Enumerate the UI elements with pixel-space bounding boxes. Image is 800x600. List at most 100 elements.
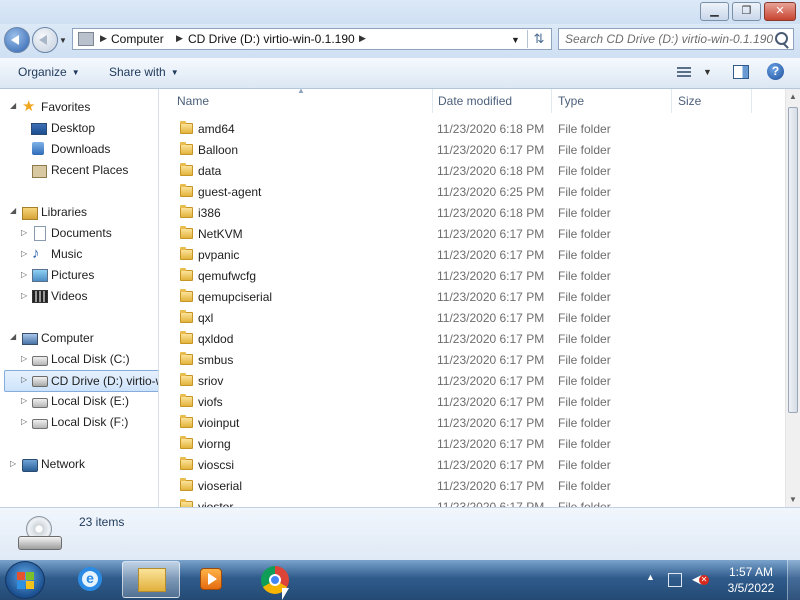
scroll-down-arrow-icon[interactable]: ▼ (789, 495, 797, 504)
search-icon[interactable] (775, 32, 788, 45)
file-name[interactable]: guest-agent (198, 185, 261, 199)
recent-pages-dropdown[interactable]: ▼ (59, 36, 67, 45)
nav-local-disk-c[interactable]: Local Disk (C:) (51, 349, 130, 369)
chevron-right-icon[interactable]: ▶ (176, 33, 183, 44)
taskbar-media-player[interactable] (182, 561, 240, 598)
file-name[interactable]: smbus (198, 353, 233, 367)
collapse-arrow-icon[interactable]: ◢ (10, 332, 16, 341)
file-name[interactable]: viorng (198, 437, 231, 451)
back-button[interactable] (4, 27, 30, 53)
table-row[interactable]: qemupciserial 11/23/2020 6:17 PM File fold… (160, 287, 784, 308)
collapse-arrow-icon[interactable]: ◢ (10, 101, 16, 110)
table-row[interactable]: vioscsi 11/23/2020 6:17 PM File folder (160, 455, 784, 476)
chevron-right-icon[interactable]: ▶ (100, 33, 107, 44)
column-divider[interactable] (432, 89, 433, 113)
table-row[interactable]: sriov 11/23/2020 6:17 PM File folder (160, 371, 784, 392)
file-name[interactable]: vioinput (198, 416, 239, 430)
file-name[interactable]: i386 (198, 206, 221, 220)
expand-arrow-icon[interactable]: ▷ (21, 249, 27, 258)
forward-button[interactable] (32, 27, 58, 53)
nav-recent-places[interactable]: Recent Places (51, 160, 128, 180)
table-row[interactable]: vioserial 11/23/2020 6:17 PM File folder (160, 476, 784, 497)
nav-favorites[interactable]: Favorites (41, 97, 90, 117)
maximize-button[interactable]: ❐ (732, 2, 761, 21)
table-row[interactable]: qxldod 11/23/2020 6:17 PM File folder (160, 329, 784, 350)
collapse-arrow-icon[interactable]: ◢ (10, 206, 16, 215)
expand-arrow-icon[interactable]: ▷ (21, 354, 27, 363)
address-dropdown[interactable]: ▼ (511, 35, 520, 45)
file-name[interactable]: vioserial (198, 479, 242, 493)
table-row[interactable]: smbus 11/23/2020 6:17 PM File folder (160, 350, 784, 371)
nav-documents[interactable]: Documents (51, 223, 112, 243)
table-row[interactable]: viofs 11/23/2020 6:17 PM File folder (160, 392, 784, 413)
column-divider[interactable] (551, 89, 552, 113)
change-view-icon[interactable] (677, 67, 691, 78)
preview-pane-icon[interactable] (733, 65, 749, 79)
table-row[interactable]: qxl 11/23/2020 6:17 PM File folder (160, 308, 784, 329)
show-hidden-icons-icon[interactable]: ▲ (646, 572, 655, 582)
close-button[interactable]: ✕ (764, 2, 796, 21)
file-name[interactable]: sriov (198, 374, 223, 388)
table-row[interactable]: viorng 11/23/2020 6:17 PM File folder (160, 434, 784, 455)
nav-videos[interactable]: Videos (51, 286, 87, 306)
column-date-modified[interactable]: Date modified (438, 94, 512, 108)
table-row[interactable]: i386 11/23/2020 6:18 PM File folder (160, 203, 784, 224)
expand-arrow-icon[interactable]: ▷ (21, 228, 27, 237)
column-divider[interactable] (671, 89, 672, 113)
table-row[interactable]: amd64 11/23/2020 6:18 PM File folder (160, 119, 784, 140)
organize-button[interactable]: Organize ▼ (18, 65, 80, 79)
nav-desktop[interactable]: Desktop (51, 118, 95, 138)
file-name[interactable]: viostor (198, 500, 233, 507)
file-name[interactable]: data (198, 164, 221, 178)
expand-arrow-icon[interactable]: ▷ (21, 291, 27, 300)
expand-arrow-icon[interactable]: ▷ (21, 396, 27, 405)
scroll-up-arrow-icon[interactable]: ▲ (789, 92, 797, 101)
search-input[interactable]: Search CD Drive (D:) virtio-win-0.1.190 (565, 32, 773, 46)
file-name[interactable]: qemupciserial (198, 290, 272, 304)
column-type[interactable]: Type (558, 94, 584, 108)
start-button[interactable] (5, 561, 45, 599)
table-row[interactable]: NetKVM 11/23/2020 6:17 PM File folder (160, 224, 784, 245)
table-row[interactable]: qemufwcfg 11/23/2020 6:17 PM File folder (160, 266, 784, 287)
volume-muted-icon[interactable]: ◀ ✕ (692, 573, 709, 586)
file-name[interactable]: vioscsi (198, 458, 234, 472)
column-divider[interactable] (751, 89, 752, 113)
nav-computer[interactable]: Computer (41, 328, 94, 348)
breadcrumb-cd-drive[interactable]: CD Drive (D:) virtio-win-0.1.190 (188, 32, 355, 46)
table-row[interactable]: vioinput 11/23/2020 6:17 PM File folder (160, 413, 784, 434)
expand-arrow-icon[interactable]: ▷ (21, 270, 27, 279)
expand-arrow-icon[interactable]: ▷ (21, 417, 27, 426)
file-name[interactable]: NetKVM (198, 227, 243, 241)
expand-arrow-icon[interactable]: ▷ (21, 375, 27, 384)
taskbar-windows-explorer[interactable] (122, 561, 180, 598)
table-row[interactable]: Balloon 11/23/2020 6:17 PM File folder (160, 140, 784, 161)
refresh-button[interactable]: ⇅ (527, 30, 550, 48)
chevron-right-icon[interactable]: ▶ (359, 33, 366, 44)
nav-network[interactable]: Network (41, 454, 85, 474)
table-row[interactable]: data 11/23/2020 6:18 PM File folder (160, 161, 784, 182)
taskbar-chrome[interactable] (246, 561, 304, 598)
view-options-dropdown[interactable]: ▼ (703, 67, 712, 77)
nav-pictures[interactable]: Pictures (51, 265, 94, 285)
nav-local-disk-f[interactable]: Local Disk (F:) (51, 412, 128, 432)
breadcrumb-computer[interactable]: Computer (111, 32, 164, 46)
file-name[interactable]: qxl (198, 311, 213, 325)
scrollbar-thumb[interactable] (788, 107, 798, 413)
taskbar-internet-explorer[interactable]: e (62, 561, 120, 598)
file-name[interactable]: qemufwcfg (198, 269, 256, 283)
nav-music[interactable]: Music (51, 244, 82, 264)
address-bar[interactable]: ▶ Computer ▶ CD Drive (D:) virtio-win-0.… (72, 28, 552, 50)
nav-cd-drive-d[interactable]: CD Drive (D:) virtio-win-0.1.190 (51, 371, 158, 391)
network-status-icon[interactable] (668, 573, 682, 587)
title-bar[interactable]: ▁ ❐ ✕ (0, 0, 800, 24)
expand-arrow-icon[interactable]: ▷ (10, 459, 16, 468)
system-clock[interactable]: 1:57 AM 3/5/2022 (716, 564, 786, 596)
share-with-button[interactable]: Share with ▼ (109, 65, 179, 79)
column-name[interactable]: Name (177, 94, 209, 108)
file-name[interactable]: Balloon (198, 143, 238, 157)
table-row[interactable]: pvpanic 11/23/2020 6:17 PM File folder (160, 245, 784, 266)
file-name[interactable]: viofs (198, 395, 223, 409)
nav-downloads[interactable]: Downloads (51, 139, 110, 159)
help-icon[interactable]: ? (767, 63, 784, 80)
search-box[interactable]: Search CD Drive (D:) virtio-win-0.1.190 (558, 28, 794, 50)
